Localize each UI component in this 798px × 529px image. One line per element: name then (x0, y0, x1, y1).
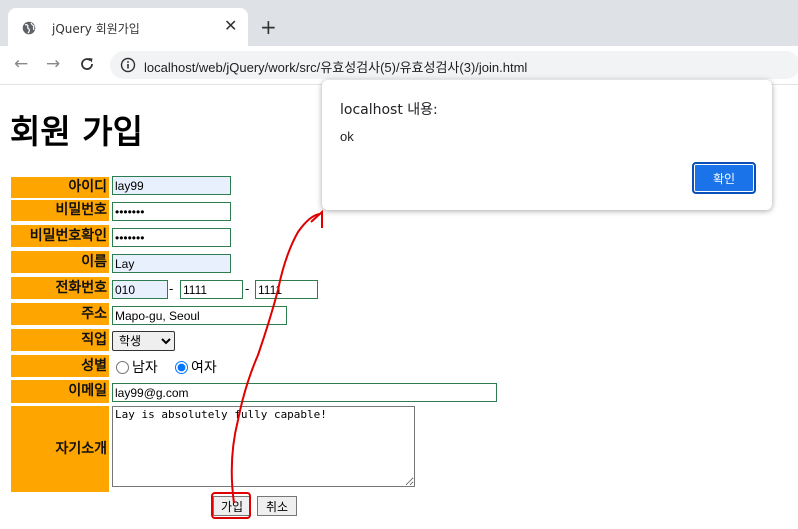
page-title: 회원 가입 (10, 112, 143, 151)
password-input[interactable] (112, 202, 231, 221)
email-input[interactable] (112, 383, 497, 402)
phone-label: 전화번호 (11, 277, 109, 299)
tab-title: jQuery 회원가입 (52, 22, 140, 36)
job-select[interactable]: 학생 (112, 331, 175, 351)
dialog-title: localhost 내용: (340, 102, 438, 118)
forward-icon[interactable]: → (46, 55, 60, 73)
address-label: 주소 (11, 303, 109, 325)
phone-input-3[interactable] (255, 280, 318, 299)
gender-label: 성별 (11, 355, 109, 377)
id-input[interactable] (112, 176, 231, 195)
phone-separator: - (245, 281, 250, 296)
url-text: localhost/web/jQuery/work/src/유효성검사(5)/유… (144, 60, 528, 75)
name-label: 이름 (11, 251, 109, 273)
reload-icon[interactable] (79, 56, 95, 72)
gender-male-option[interactable]: 남자 (116, 357, 158, 377)
address-bar[interactable]: localhost/web/jQuery/work/src/유효성검사(5)/유… (110, 51, 798, 79)
dialog-ok-button[interactable]: 확인 (692, 162, 756, 194)
gender-female-radio[interactable] (175, 361, 188, 374)
phone-input-2[interactable] (180, 280, 243, 299)
dialog-message: ok (340, 129, 354, 144)
email-label: 이메일 (11, 380, 109, 403)
phone-input-1[interactable] (112, 280, 168, 299)
browser-tab[interactable]: jQuery 회원가입 ✕ (8, 8, 248, 46)
alert-dialog: localhost 내용: ok 확인 (322, 80, 772, 210)
gender-male-radio[interactable] (116, 361, 129, 374)
tab-strip: jQuery 회원가입 ✕ + (0, 0, 798, 46)
cancel-button[interactable]: 취소 (257, 496, 297, 516)
password-label: 비밀번호 (11, 200, 109, 221)
plus-icon[interactable]: + (260, 17, 277, 37)
close-icon[interactable]: ✕ (224, 17, 237, 35)
address-input[interactable] (112, 306, 287, 325)
back-icon[interactable]: ← (14, 55, 28, 73)
gender-female-option[interactable]: 여자 (175, 357, 217, 377)
globe-icon (22, 21, 36, 35)
job-label: 직업 (11, 329, 109, 351)
name-input[interactable] (112, 254, 231, 273)
submit-button[interactable]: 가입 (213, 496, 251, 516)
gender-female-label: 여자 (191, 360, 217, 376)
id-label: 아이디 (11, 177, 109, 198)
info-icon[interactable] (120, 57, 136, 73)
gender-male-label: 남자 (132, 360, 158, 376)
intro-textarea[interactable]: Lay is absolutely fully capable! (112, 406, 415, 487)
password-confirm-label: 비밀번호확인 (11, 225, 109, 247)
intro-label: 자기소개 (11, 406, 109, 492)
phone-separator: - (169, 281, 174, 296)
password-confirm-input[interactable] (112, 228, 231, 247)
